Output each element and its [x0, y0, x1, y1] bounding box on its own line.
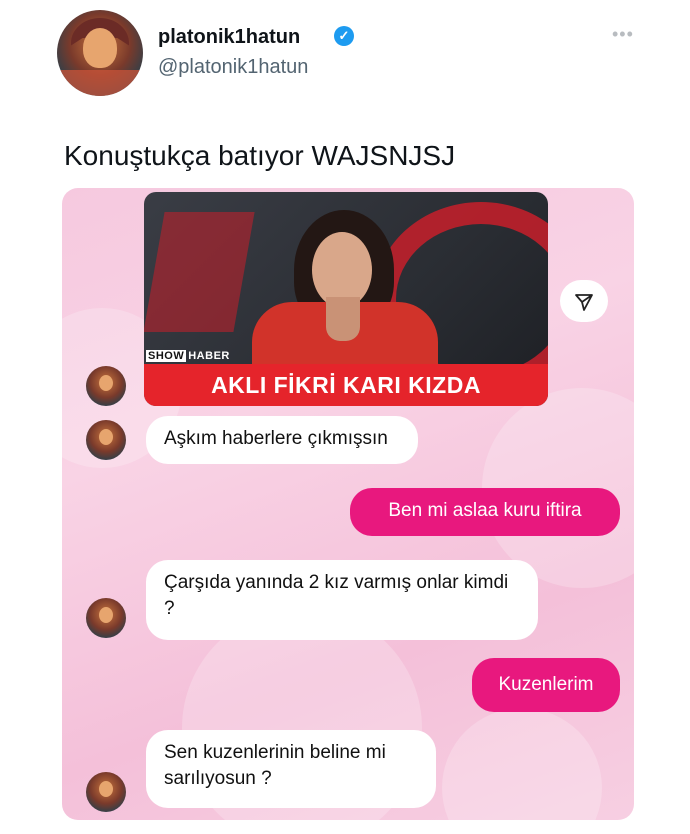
more-options-icon[interactable]: •••: [612, 24, 634, 45]
message-text: Kuzenlerim: [498, 674, 594, 695]
chat-avatar: [86, 598, 126, 638]
profile-avatar[interactable]: [57, 10, 143, 96]
message-text: Çarşıda yanında 2 kız varmış onlar kimdi…: [164, 572, 509, 619]
message-text: Ben mi aslaa kuru iftira: [388, 500, 582, 521]
incoming-message: Sen kuzenlerinin beline mi sarılıyosun ?: [146, 730, 436, 808]
background-bubble: [442, 708, 602, 820]
chat-avatar: [86, 420, 126, 460]
verified-badge-icon: ✓: [334, 26, 354, 46]
chat-avatar: [86, 772, 126, 812]
outgoing-message: Ben mi aslaa kuru iftira: [350, 488, 620, 536]
chat-avatar: [86, 366, 126, 406]
avatar-band: [57, 70, 143, 96]
tweet-text: Konuştukça batıyor WAJSNJSJ: [64, 140, 456, 171]
username[interactable]: platonik1hatun: [158, 26, 300, 49]
presenter-neck: [326, 297, 360, 341]
user-handle[interactable]: @platonik1hatun: [158, 56, 308, 79]
channel-logo: SHOW HABER: [146, 350, 230, 362]
message-text: Sen kuzenlerinin beline mi sarılıyosun ?: [164, 742, 386, 789]
studio-graphic: [144, 212, 255, 332]
message-text: Aşkım haberlere çıkmışsın: [164, 428, 388, 449]
tweet-media-image[interactable]: SHOW HABER AKLI FİKRİ KARI KIZDA Aşkım ha…: [62, 188, 634, 820]
incoming-message: Çarşıda yanında 2 kız varmış onlar kimdi…: [146, 560, 538, 640]
avatar-face: [83, 28, 117, 68]
share-icon[interactable]: [560, 280, 608, 322]
news-headline: AKLI FİKRİ KARI KIZDA: [211, 372, 481, 398]
incoming-message: Aşkım haberlere çıkmışsın: [146, 416, 418, 464]
shared-news-photo[interactable]: SHOW HABER AKLI FİKRİ KARI KIZDA: [144, 192, 548, 406]
outgoing-message: Kuzenlerim: [472, 658, 620, 712]
